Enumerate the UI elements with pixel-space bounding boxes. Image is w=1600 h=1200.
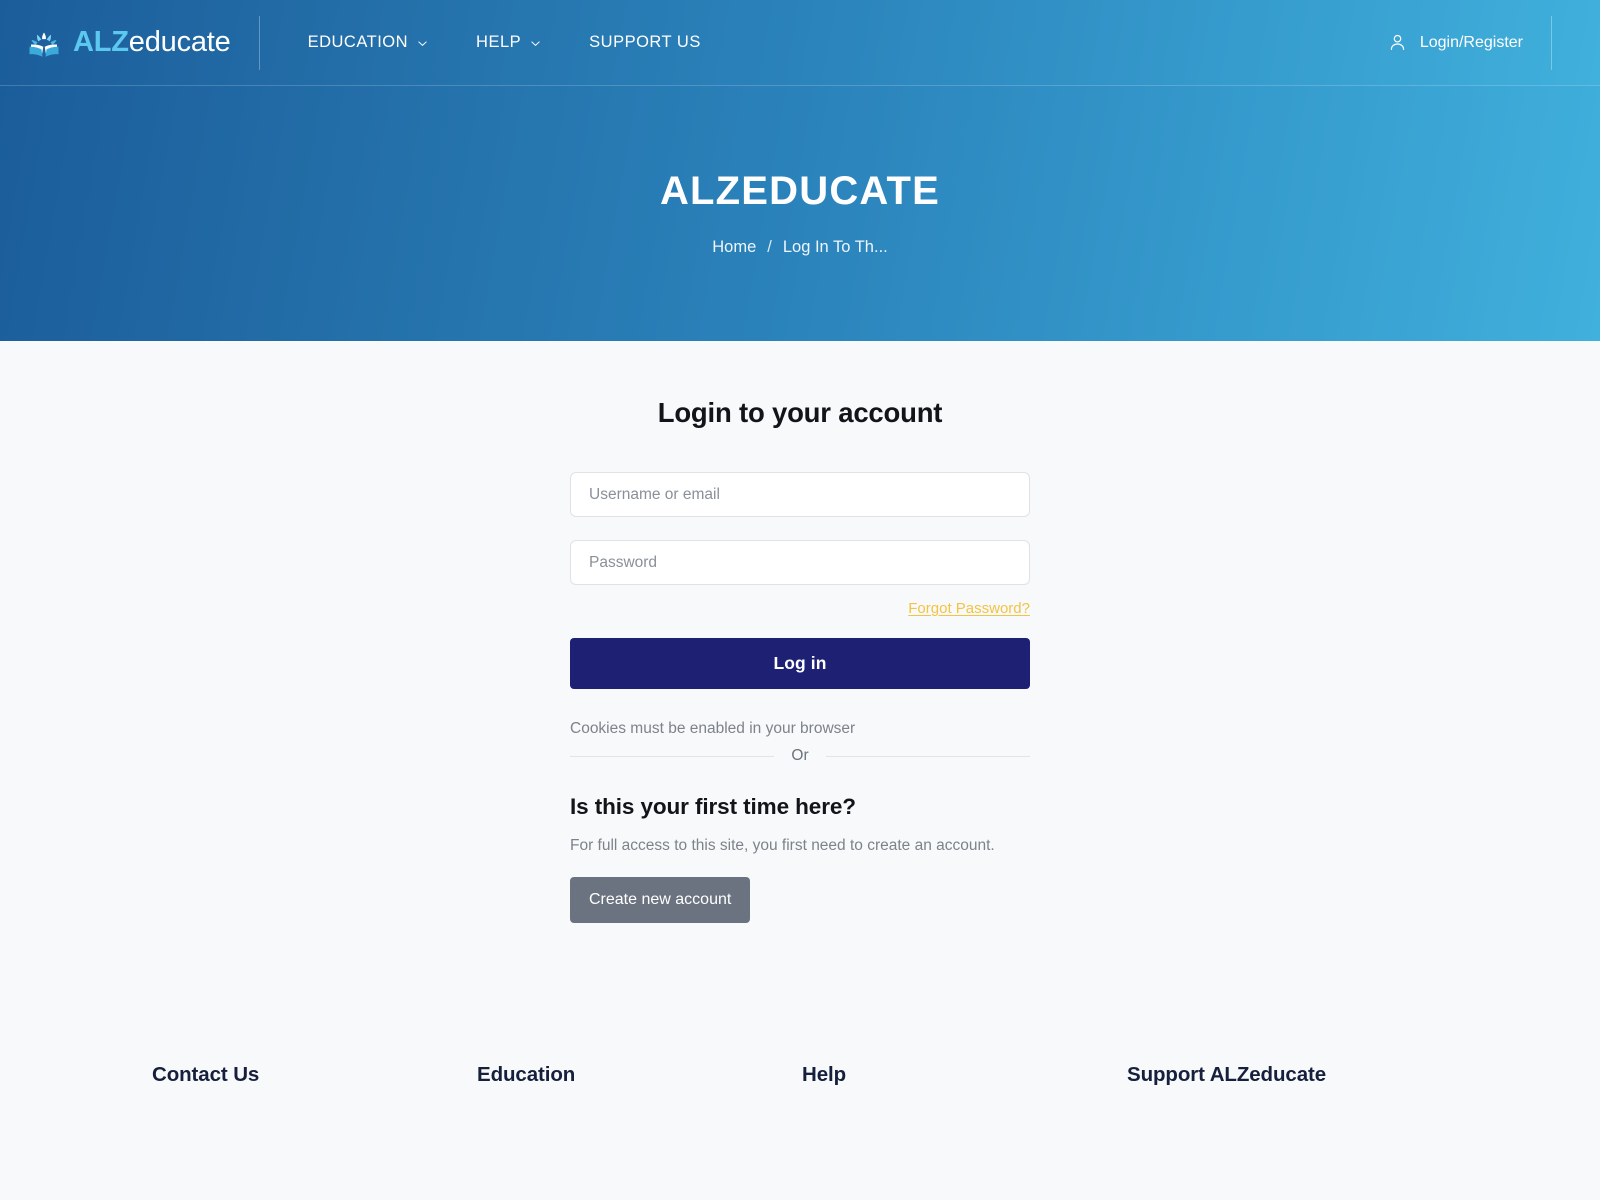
user-icon bbox=[1390, 34, 1405, 50]
username-input[interactable] bbox=[570, 472, 1030, 517]
nav-item-education[interactable]: EDUCATION bbox=[284, 0, 452, 86]
lotus-book-icon bbox=[29, 32, 59, 57]
breadcrumb-current: Log In To Th... bbox=[782, 237, 888, 256]
login-heading: Login to your account bbox=[657, 397, 943, 428]
or-divider: Or bbox=[570, 747, 1030, 765]
brand-rest-text: educate bbox=[128, 26, 231, 58]
nav-item-support-us[interactable]: SUPPORT US bbox=[565, 0, 725, 86]
footer-column-support: Support ALZeducate bbox=[1127, 1063, 1326, 1087]
breadcrumb-home[interactable]: Home bbox=[712, 238, 756, 257]
main-content: Login to your account Forgot Password? L… bbox=[0, 341, 1600, 923]
forgot-password-row: Forgot Password? bbox=[570, 600, 1030, 617]
brand-text: ALZeducate bbox=[73, 28, 231, 57]
footer-heading-education[interactable]: Education bbox=[477, 1063, 802, 1087]
divider-rule-right bbox=[825, 755, 1030, 757]
password-input[interactable] bbox=[570, 540, 1030, 585]
divider-rule-left bbox=[570, 755, 775, 757]
first-time-heading: Is this your first time here? bbox=[570, 794, 856, 819]
create-account-button[interactable]: Create new account bbox=[570, 877, 751, 923]
header-right-divider bbox=[1551, 15, 1552, 70]
footer-heading-support[interactable]: Support ALZeducate bbox=[1127, 1063, 1326, 1087]
site-header: ALZeducate EDUCATION HELP SUPPORT US Log bbox=[0, 0, 1600, 86]
primary-nav: EDUCATION HELP SUPPORT US bbox=[284, 0, 725, 86]
login-button[interactable]: Log in bbox=[570, 638, 1030, 689]
brand-accent-text: ALZ bbox=[73, 26, 129, 58]
footer-column-education: Education bbox=[477, 1063, 802, 1087]
forgot-password-link[interactable]: Forgot Password? bbox=[908, 600, 1030, 617]
brand-logo[interactable]: ALZeducate bbox=[26, 0, 259, 86]
chevron-down-icon bbox=[417, 38, 428, 49]
nav-item-education-label: EDUCATION bbox=[307, 33, 409, 51]
or-label: Or bbox=[791, 747, 809, 764]
footer-heading-contact-us[interactable]: Contact Us bbox=[152, 1063, 477, 1087]
first-time-description: For full access to this site, you first … bbox=[570, 837, 995, 854]
footer-columns: Contact Us Education Help Support ALZedu… bbox=[0, 1063, 1600, 1087]
login-register-label: Login/Register bbox=[1419, 33, 1523, 51]
nav-item-support-us-label: SUPPORT US bbox=[589, 33, 701, 51]
page-hero: ALZEDUCATE Home / Log In To Th... bbox=[0, 86, 1600, 341]
breadcrumb: Home / Log In To Th... bbox=[712, 238, 888, 257]
login-register-link[interactable]: Login/Register bbox=[1388, 33, 1551, 52]
header-account-area: Login/Register bbox=[1388, 0, 1600, 86]
footer-column-help: Help bbox=[802, 1063, 1127, 1087]
footer-column-contact-us: Contact Us bbox=[152, 1063, 477, 1087]
nav-item-help[interactable]: HELP bbox=[452, 0, 565, 86]
page-title: ALZEDUCATE bbox=[659, 168, 941, 213]
footer-heading-help[interactable]: Help bbox=[802, 1063, 1127, 1087]
breadcrumb-separator: / bbox=[767, 237, 772, 256]
header-divider bbox=[258, 15, 260, 70]
nav-item-help-label: HELP bbox=[476, 33, 522, 51]
login-panel: Login to your account Forgot Password? L… bbox=[570, 397, 1030, 923]
cookies-note: Cookies must be enabled in your browser bbox=[570, 720, 856, 737]
chevron-down-icon bbox=[530, 38, 541, 49]
site-footer: Contact Us Education Help Support ALZedu… bbox=[0, 1063, 1600, 1087]
